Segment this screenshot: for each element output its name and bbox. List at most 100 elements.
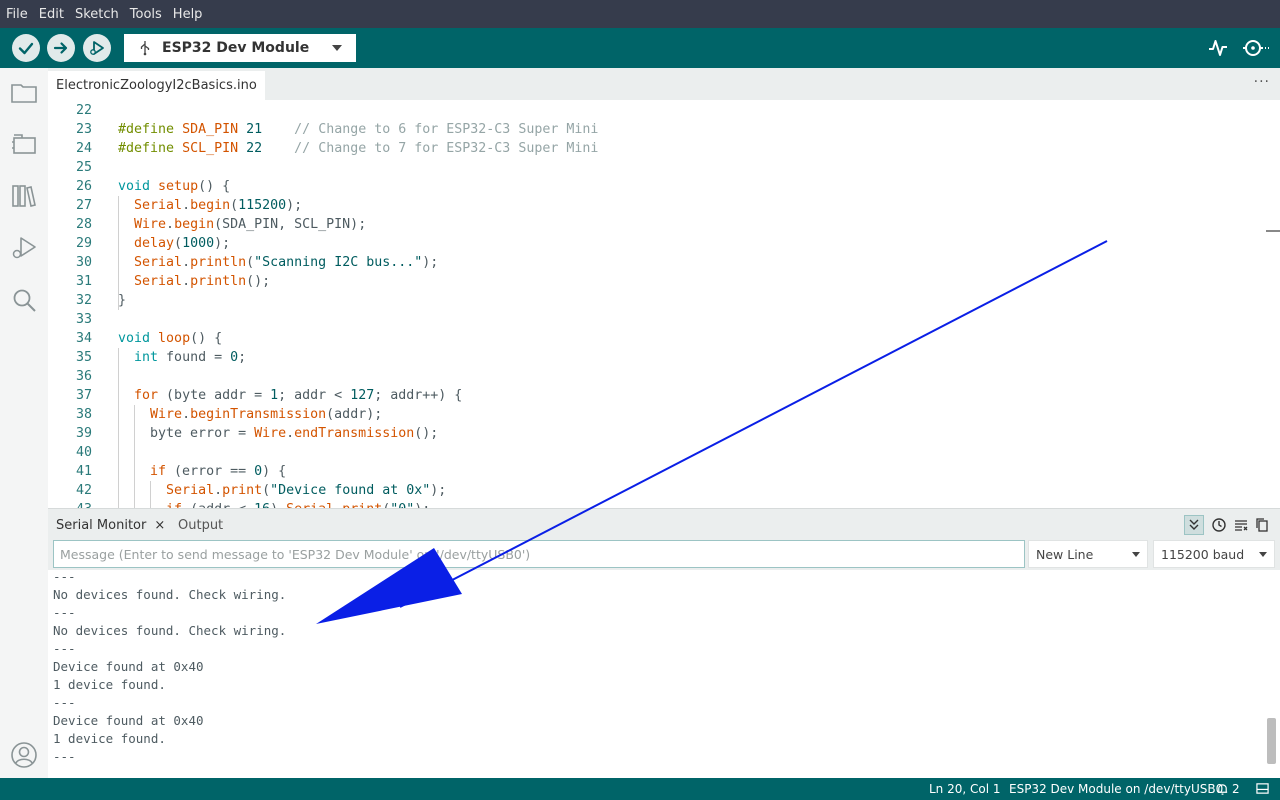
code-token: Serial: [134, 198, 183, 213]
cursor-position[interactable]: Ln 20, Col 1: [929, 782, 1001, 796]
baud-rate-value: 115200 baud: [1161, 546, 1245, 562]
board-manager-icon: [12, 134, 36, 154]
panel-layout-button[interactable]: [1256, 782, 1269, 798]
autoscroll-button[interactable]: [1184, 515, 1204, 535]
code-line: 28 Wire.begin(SDA_PIN, SCL_PIN);: [48, 215, 366, 234]
line-number: 29: [75, 236, 92, 251]
code-token: 1000: [182, 236, 215, 251]
line-number: 27: [75, 198, 92, 213]
menu-tools[interactable]: Tools: [130, 7, 168, 22]
code-token: (error ==: [166, 464, 255, 479]
bell-icon: [1217, 783, 1228, 795]
copy-output-button[interactable]: [1252, 515, 1272, 535]
code-text: if (addr < 16) Serial.print("0");: [92, 500, 430, 508]
line-number: 41: [75, 464, 92, 479]
line-ending-select[interactable]: New Line: [1028, 540, 1148, 568]
close-icon[interactable]: ×: [154, 518, 165, 533]
serial-scrollbar[interactable]: [1267, 718, 1276, 764]
line-number: 25: [75, 160, 92, 175]
indent-guide: [134, 405, 135, 508]
message-row: New Line 115200 baud: [48, 540, 1280, 570]
code-token: (: [230, 198, 239, 213]
code-token: .: [182, 274, 191, 289]
upload-button[interactable]: [47, 34, 75, 62]
timestamp-button[interactable]: [1209, 515, 1229, 535]
code-line: 23 #define SDA_PIN 21 // Change to 6 for …: [48, 120, 598, 139]
code-token: 22: [246, 141, 263, 156]
menu-file[interactable]: File: [6, 7, 34, 22]
code-line: 35 int found = 0;: [48, 348, 246, 367]
line-number: 23: [75, 122, 92, 137]
code-text: Serial.begin(115200);: [92, 196, 302, 215]
line-number: 39: [75, 426, 92, 441]
boards-manager-button[interactable]: [10, 130, 38, 158]
more-icon[interactable]: ···: [1254, 74, 1270, 90]
line-number: 33: [75, 312, 92, 327]
code-token: );: [214, 236, 231, 251]
library-manager-button[interactable]: [10, 182, 38, 210]
line-number: 22: [75, 103, 92, 118]
menu-help[interactable]: Help: [173, 7, 209, 22]
serial-monitor-button[interactable]: [1241, 36, 1271, 60]
line-number: 32: [75, 293, 92, 308]
code-text: Serial.println("Scanning I2C bus...");: [92, 253, 438, 272]
menu-sketch[interactable]: Sketch: [75, 7, 125, 22]
code-line: 22: [48, 101, 118, 120]
tab-output[interactable]: Output: [178, 509, 223, 541]
code-line: 38 Wire.beginTransmission(addr);: [48, 405, 382, 424]
clear-output-icon: [1235, 520, 1248, 531]
menu-edit[interactable]: Edit: [39, 7, 70, 22]
line-number: 34: [75, 331, 92, 346]
code-editor[interactable]: 22 23 #define SDA_PIN 21 // Change to 6 fo…: [48, 100, 1280, 508]
file-tab[interactable]: ElectronicZoologyI2cBasics.ino: [48, 71, 265, 100]
panel-layout-icon: [1256, 783, 1269, 794]
baud-rate-select[interactable]: 115200 baud: [1153, 540, 1275, 568]
code-line: 30 Serial.println("Scanning I2C bus...")…: [48, 253, 438, 272]
code-token: ();: [414, 426, 439, 441]
code-token: (addr);: [326, 407, 383, 422]
code-token: begin: [174, 217, 215, 232]
code-line: 41 if (error == 0) {: [48, 462, 286, 481]
editor-scrollbar[interactable]: [1266, 230, 1280, 232]
code-text: int found = 0;: [92, 348, 246, 367]
code-line: 25: [48, 158, 118, 177]
account-button[interactable]: [10, 741, 38, 769]
debug-sidebar-button[interactable]: [10, 234, 38, 262]
code-token: begin: [190, 198, 231, 213]
notifications[interactable]: 2: [1216, 782, 1240, 796]
board-port-status[interactable]: ESP32 Dev Module on /dev/ttyUSB0: [1009, 782, 1223, 796]
serial-plotter-button[interactable]: [1206, 36, 1230, 60]
code-line: 31 Serial.println();: [48, 272, 270, 291]
clear-output-button[interactable]: [1231, 515, 1251, 535]
tab-serial-monitor[interactable]: Serial Monitor ×: [56, 509, 165, 541]
file-tab-label: ElectronicZoologyI2cBasics.ino: [56, 78, 257, 93]
code-token: .: [182, 407, 191, 422]
code-token: for: [134, 388, 159, 403]
code-token: void: [118, 331, 151, 346]
code-token: if: [150, 464, 167, 479]
code-token: () {: [190, 331, 223, 346]
code-token: ;: [238, 350, 247, 365]
code-token: 115200: [238, 198, 287, 213]
code-line: 26 void setup() {: [48, 177, 230, 196]
code-token: SDA_PIN: [182, 122, 239, 137]
message-input[interactable]: [53, 540, 1025, 568]
code-token: found =: [158, 350, 231, 365]
debug-button[interactable]: [83, 34, 111, 62]
sketchbook-button[interactable]: [10, 78, 38, 106]
search-button[interactable]: [10, 286, 38, 314]
code-token: delay: [134, 236, 175, 251]
code-text: Serial.print("Device found at 0x");: [92, 481, 446, 500]
folder-icon: [11, 84, 37, 103]
verify-button[interactable]: [12, 34, 40, 62]
line-number: 38: [75, 407, 92, 422]
board-selector[interactable]: ESP32 Dev Module: [124, 34, 356, 62]
